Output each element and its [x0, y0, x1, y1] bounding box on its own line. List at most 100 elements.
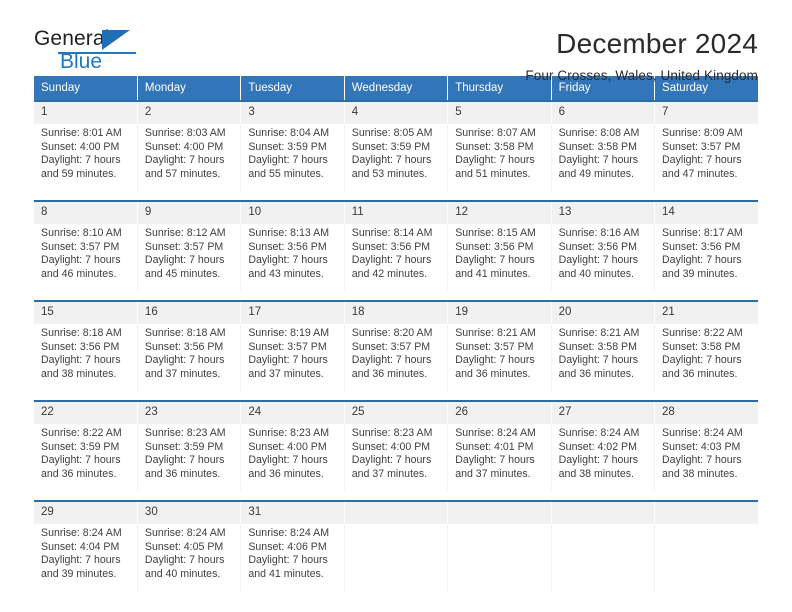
weekday-header-sunday: Sunday [34, 76, 138, 100]
day-cell[interactable]: Sunrise: 8:23 AM Sunset: 4:00 PM Daylight:… [240, 424, 345, 491]
day-number-empty [654, 502, 758, 524]
day-cell[interactable]: Sunrise: 8:10 AM Sunset: 3:57 PM Daylight:… [34, 224, 138, 291]
day-number[interactable]: 31 [240, 502, 345, 524]
week-gap [34, 491, 758, 500]
day-daylight-line1-text: Daylight: 7 hours [351, 354, 432, 367]
day-sunset-text: Sunset: 4:00 PM [351, 440, 431, 453]
day-number[interactable]: 25 [344, 402, 449, 424]
day-number[interactable]: 13 [551, 202, 656, 224]
day-number[interactable]: 1 [34, 102, 138, 124]
day-number[interactable]: 26 [447, 402, 552, 424]
day-cell[interactable]: Sunrise: 8:04 AM Sunset: 3:59 PM Daylight:… [240, 124, 345, 191]
day-number[interactable]: 27 [551, 402, 656, 424]
week-gap-cell [34, 391, 758, 400]
day-number[interactable]: 7 [654, 102, 758, 124]
day-cell[interactable]: Sunrise: 8:08 AM Sunset: 3:58 PM Daylight:… [551, 124, 656, 191]
day-number[interactable]: 29 [34, 502, 138, 524]
day-cell[interactable]: Sunrise: 8:24 AM Sunset: 4:03 PM Daylight:… [654, 424, 758, 491]
day-sunset-text: Sunset: 3:59 PM [351, 140, 431, 153]
day-daylight-line2-text: and 57 minutes. [144, 167, 221, 180]
day-sunset-text: Sunset: 3:57 PM [144, 240, 224, 253]
day-number[interactable]: 12 [447, 202, 552, 224]
day-daylight-line1-text: Daylight: 7 hours [248, 354, 328, 367]
day-number[interactable]: 20 [551, 302, 656, 324]
day-sunrise-text: Sunrise: 8:24 AM [41, 527, 122, 539]
day-cell[interactable]: Sunrise: 8:18 AM Sunset: 3:56 PM Daylight:… [137, 324, 242, 391]
day-number[interactable]: 9 [137, 202, 242, 224]
day-cell[interactable]: Sunrise: 8:21 AM Sunset: 3:57 PM Daylight:… [447, 324, 552, 391]
day-cell[interactable]: Sunrise: 8:24 AM Sunset: 4:06 PM Daylight:… [240, 524, 345, 591]
day-cell[interactable]: Sunrise: 8:22 AM Sunset: 3:59 PM Daylight:… [34, 424, 138, 491]
day-daylight-line2-text: and 55 minutes. [248, 167, 324, 180]
day-cell[interactable]: Sunrise: 8:22 AM Sunset: 3:58 PM Daylight:… [654, 324, 758, 391]
day-number[interactable]: 11 [344, 202, 449, 224]
day-cell[interactable]: Sunrise: 8:19 AM Sunset: 3:57 PM Daylight:… [240, 324, 345, 391]
day-cell[interactable]: Sunrise: 8:24 AM Sunset: 4:01 PM Daylight:… [447, 424, 552, 491]
day-cell[interactable]: Sunrise: 8:16 AM Sunset: 3:56 PM Daylight:… [551, 224, 656, 291]
day-number[interactable]: 21 [654, 302, 758, 324]
day-cell[interactable]: Sunrise: 8:13 AM Sunset: 3:56 PM Daylight:… [240, 224, 345, 291]
day-info-row: Sunrise: 8:24 AM Sunset: 4:04 PM Daylight:… [34, 524, 758, 591]
day-daylight-line2-text: and 45 minutes. [144, 267, 221, 280]
day-number[interactable]: 4 [344, 102, 449, 124]
day-number[interactable]: 2 [137, 102, 242, 124]
day-cell[interactable]: Sunrise: 8:03 AM Sunset: 4:00 PM Daylight:… [137, 124, 242, 191]
day-number[interactable]: 19 [447, 302, 552, 324]
day-sunset-text: Sunset: 4:00 PM [248, 440, 327, 453]
day-daylight-line2-text: and 43 minutes. [248, 267, 324, 280]
day-cell[interactable]: Sunrise: 8:14 AM Sunset: 3:56 PM Daylight:… [344, 224, 449, 291]
day-daylight-line1-text: Daylight: 7 hours [144, 254, 225, 267]
day-number[interactable]: 14 [654, 202, 758, 224]
day-daylight-line1-text: Daylight: 7 hours [144, 454, 225, 467]
day-sunset-text: Sunset: 3:56 PM [351, 240, 431, 253]
day-number-row: 15 16 17 18 19 20 21 [34, 302, 758, 324]
day-cell[interactable]: Sunrise: 8:24 AM Sunset: 4:04 PM Daylight:… [34, 524, 138, 591]
day-number[interactable]: 16 [137, 302, 242, 324]
day-sunset-text: Sunset: 3:57 PM [455, 340, 534, 353]
title-block: December 2024 Four Crosses, Wales, Unite… [525, 28, 758, 86]
day-number[interactable]: 10 [240, 202, 345, 224]
day-sunset-text: Sunset: 3:59 PM [41, 440, 120, 453]
day-number[interactable]: 30 [137, 502, 242, 524]
day-cell[interactable]: Sunrise: 8:12 AM Sunset: 3:57 PM Daylight:… [137, 224, 242, 291]
day-cell[interactable]: Sunrise: 8:21 AM Sunset: 3:58 PM Daylight:… [551, 324, 656, 391]
day-daylight-line1-text: Daylight: 7 hours [455, 354, 535, 367]
day-daylight-line1-text: Daylight: 7 hours [351, 154, 432, 167]
day-number[interactable]: 24 [240, 402, 345, 424]
day-daylight-line1-text: Daylight: 7 hours [41, 254, 121, 267]
day-cell[interactable]: Sunrise: 8:20 AM Sunset: 3:57 PM Daylight:… [344, 324, 449, 391]
day-cell[interactable]: Sunrise: 8:01 AM Sunset: 4:00 PM Daylight:… [34, 124, 138, 191]
day-sunrise-text: Sunrise: 8:19 AM [248, 327, 330, 339]
day-cell[interactable]: Sunrise: 8:05 AM Sunset: 3:59 PM Daylight:… [344, 124, 449, 191]
day-number[interactable]: 22 [34, 402, 138, 424]
day-number[interactable]: 6 [551, 102, 656, 124]
day-number-empty [447, 502, 552, 524]
day-cell[interactable]: Sunrise: 8:23 AM Sunset: 4:00 PM Daylight:… [344, 424, 449, 491]
day-daylight-line2-text: and 38 minutes. [41, 367, 117, 380]
day-number[interactable]: 5 [447, 102, 552, 124]
day-number[interactable]: 3 [240, 102, 345, 124]
day-number[interactable]: 15 [34, 302, 138, 324]
brand-logo[interactable]: General Blue [34, 28, 154, 76]
day-cell[interactable]: Sunrise: 8:17 AM Sunset: 3:56 PM Daylight:… [654, 224, 758, 291]
day-sunrise-text: Sunrise: 8:13 AM [248, 227, 330, 239]
day-number[interactable]: 8 [34, 202, 138, 224]
brand-name-blue: Blue [60, 50, 103, 73]
day-cell[interactable]: Sunrise: 8:18 AM Sunset: 3:56 PM Daylight:… [34, 324, 138, 391]
day-number[interactable]: 28 [654, 402, 758, 424]
day-daylight-line2-text: and 46 minutes. [41, 267, 117, 280]
day-daylight-line1-text: Daylight: 7 hours [41, 554, 121, 567]
day-cell[interactable]: Sunrise: 8:09 AM Sunset: 3:57 PM Daylight:… [654, 124, 758, 191]
day-cell[interactable]: Sunrise: 8:15 AM Sunset: 3:56 PM Daylight:… [447, 224, 552, 291]
day-cell[interactable]: Sunrise: 8:24 AM Sunset: 4:02 PM Daylight:… [551, 424, 656, 491]
day-sunset-text: Sunset: 4:01 PM [455, 440, 534, 453]
day-number[interactable]: 17 [240, 302, 345, 324]
day-daylight-line2-text: and 59 minutes. [41, 167, 117, 180]
brand-name-general: General [34, 27, 110, 50]
day-cell[interactable]: Sunrise: 8:07 AM Sunset: 3:58 PM Daylight:… [447, 124, 552, 191]
day-daylight-line1-text: Daylight: 7 hours [662, 354, 742, 367]
day-number[interactable]: 23 [137, 402, 242, 424]
day-number[interactable]: 18 [344, 302, 449, 324]
day-cell[interactable]: Sunrise: 8:23 AM Sunset: 3:59 PM Daylight:… [137, 424, 242, 491]
day-cell[interactable]: Sunrise: 8:24 AM Sunset: 4:05 PM Daylight:… [137, 524, 242, 591]
